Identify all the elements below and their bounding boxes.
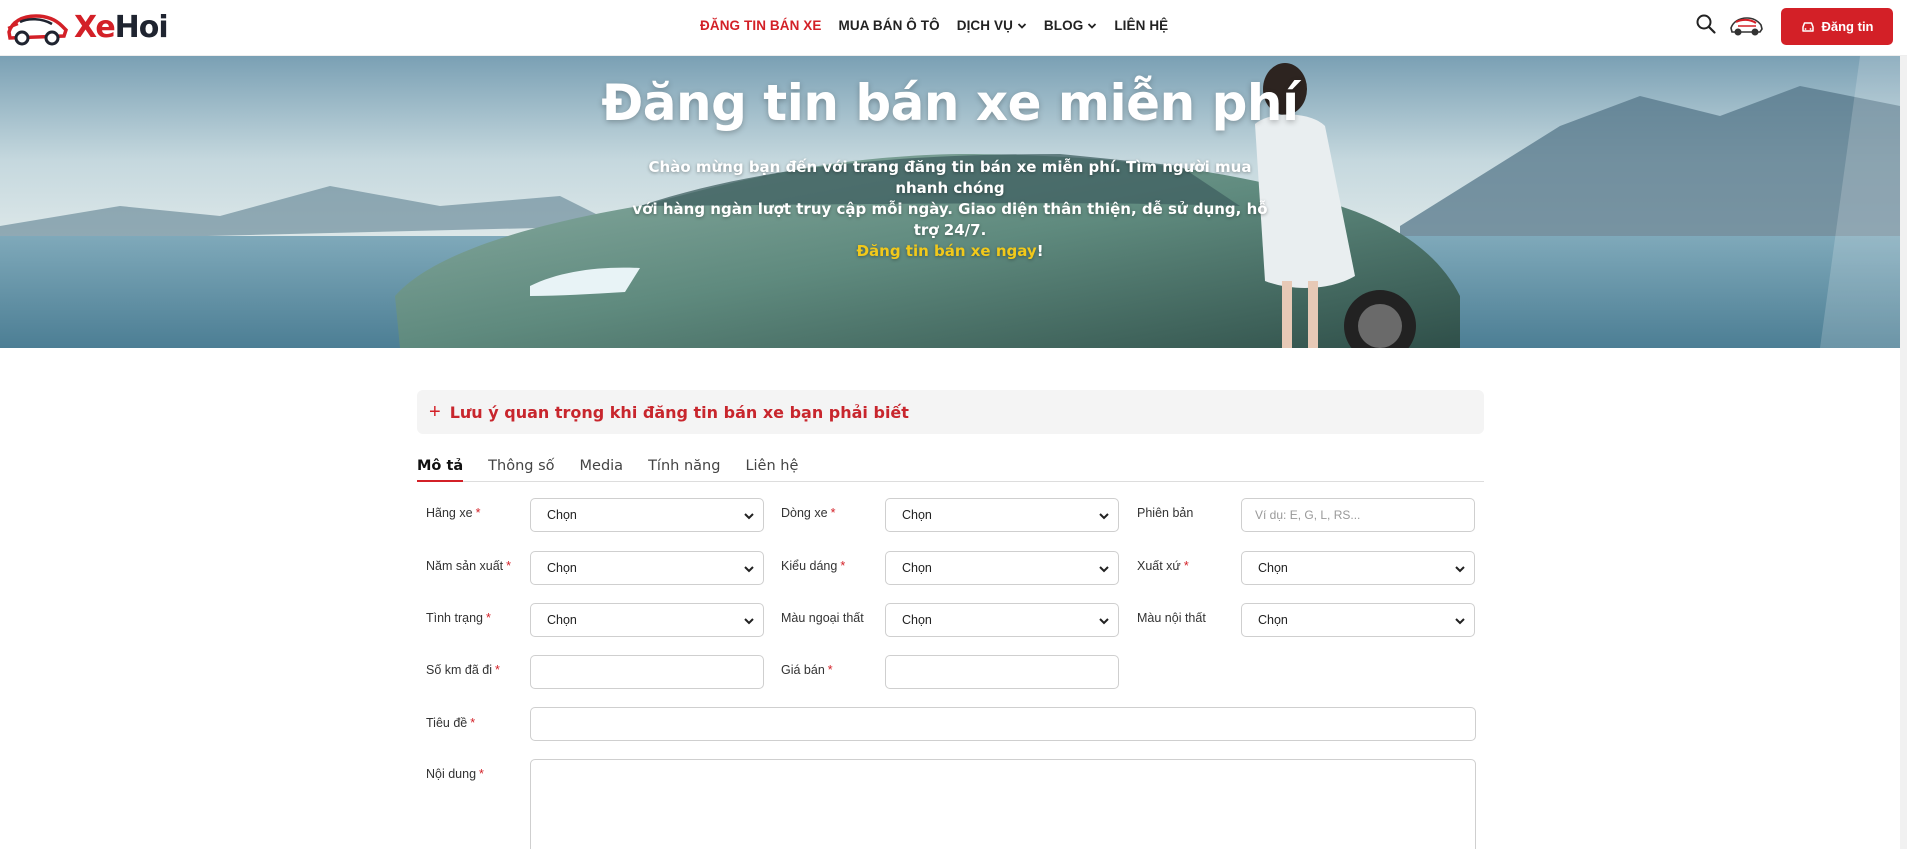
tieu-de-input[interactable]	[530, 707, 1476, 741]
noi-dung-label: Nội dung *	[426, 767, 484, 781]
tab-thong-so[interactable]: Thông số	[488, 456, 554, 482]
hang-xe-label: Hãng xe *	[426, 506, 481, 520]
logo-text: XeHoi	[74, 10, 169, 45]
tieu-de-label: Tiêu đề *	[426, 716, 476, 730]
notice-text: Lưu ý quan trọng khi đăng tin bán xe bạn…	[449, 402, 909, 422]
kieu-dang-select[interactable]: Chọn	[885, 551, 1119, 585]
mau-ngoai-that-select[interactable]: Chọn	[885, 603, 1119, 637]
kieu-dang-label: Kiểu dáng *	[781, 559, 846, 573]
gia-ban-input[interactable]	[885, 655, 1119, 689]
so-km-input[interactable]	[530, 655, 764, 689]
hero-title: Đăng tin bán xe miễn phí	[601, 74, 1299, 132]
nav-dang-tin-ban-xe[interactable]: ĐĂNG TIN BÁN XE	[700, 18, 822, 33]
form-tabs: Mô tả Thông số Media Tính năng Liên hệ	[417, 456, 1484, 482]
car-logo-icon	[7, 14, 68, 46]
chevron-down-icon	[1088, 22, 1097, 29]
important-notice-accordion[interactable]: + Lưu ý quan trọng khi đăng tin bán xe b…	[417, 390, 1484, 434]
xuat-xu-label: Xuất xứ *	[1137, 559, 1189, 573]
plus-icon: +	[429, 401, 441, 423]
nav-lien-he[interactable]: LIÊN HỆ	[1114, 18, 1168, 33]
dong-xe-select[interactable]: Chọn	[885, 498, 1119, 532]
hero-cta-link[interactable]: Đăng tin bán xe ngay	[856, 242, 1036, 260]
hero-description: Chào mừng bạn đến với trang đăng tin bán…	[632, 158, 1268, 260]
phien-ban-input[interactable]: Ví dụ: E, G, L, RS...	[1241, 498, 1475, 532]
mau-noi-that-select[interactable]: Chọn	[1241, 603, 1475, 637]
main-nav: ĐĂNG TIN BÁN XE MUA BÁN Ô TÔ DỊCH VỤ BLO…	[700, 18, 1185, 33]
hang-xe-select[interactable]: Chọn	[530, 498, 764, 532]
nav-mua-ban-o-to[interactable]: MUA BÁN Ô TÔ	[839, 18, 940, 33]
site-logo[interactable]: XeHoi	[6, 8, 169, 48]
chevron-down-icon	[1017, 22, 1027, 29]
hero-banner: Đăng tin bán xe miễn phí Chào mừng bạn đ…	[0, 56, 1900, 348]
car-icon	[1801, 21, 1814, 32]
dong-xe-label: Dòng xe *	[781, 506, 836, 520]
chevron-down-icon	[744, 513, 754, 520]
chevron-down-icon	[1455, 566, 1465, 573]
nav-blog[interactable]: BLOG	[1044, 18, 1097, 33]
phien-ban-label: Phiên bản	[1137, 506, 1194, 520]
tinh-trang-label: Tình trạng *	[426, 611, 491, 625]
mau-ngoai-that-label: Màu ngoại thất	[781, 611, 864, 625]
page-scrollbar[interactable]	[1900, 0, 1907, 849]
post-listing-button[interactable]: Đăng tin	[1781, 8, 1893, 45]
gia-ban-label: Giá bán *	[781, 663, 833, 677]
nam-san-xuat-label: Năm sản xuất *	[426, 559, 511, 573]
car-avatar-icon[interactable]	[1728, 12, 1764, 38]
noi-dung-textarea[interactable]	[530, 759, 1476, 849]
mau-noi-that-label: Màu nội thất	[1137, 611, 1206, 625]
search-icon[interactable]	[1695, 13, 1717, 35]
chevron-down-icon	[744, 566, 754, 573]
tab-tinh-nang[interactable]: Tính năng	[648, 456, 720, 482]
site-header: XeHoi ĐĂNG TIN BÁN XE MUA BÁN Ô TÔ DỊCH …	[0, 0, 1907, 56]
nav-dich-vu[interactable]: DỊCH VỤ	[957, 18, 1027, 33]
chevron-down-icon	[1099, 566, 1109, 573]
chevron-down-icon	[744, 618, 754, 625]
xuat-xu-select[interactable]: Chọn	[1241, 551, 1475, 585]
chevron-down-icon	[1099, 513, 1109, 520]
tab-media[interactable]: Media	[580, 456, 624, 482]
tab-lien-he[interactable]: Liên hệ	[745, 456, 798, 482]
tinh-trang-select[interactable]: Chọn	[530, 603, 764, 637]
so-km-label: Số km đã đi *	[426, 663, 500, 677]
nam-san-xuat-select[interactable]: Chọn	[530, 551, 764, 585]
chevron-down-icon	[1099, 618, 1109, 625]
chevron-down-icon	[1455, 618, 1465, 625]
tab-mo-ta[interactable]: Mô tả	[417, 456, 464, 482]
